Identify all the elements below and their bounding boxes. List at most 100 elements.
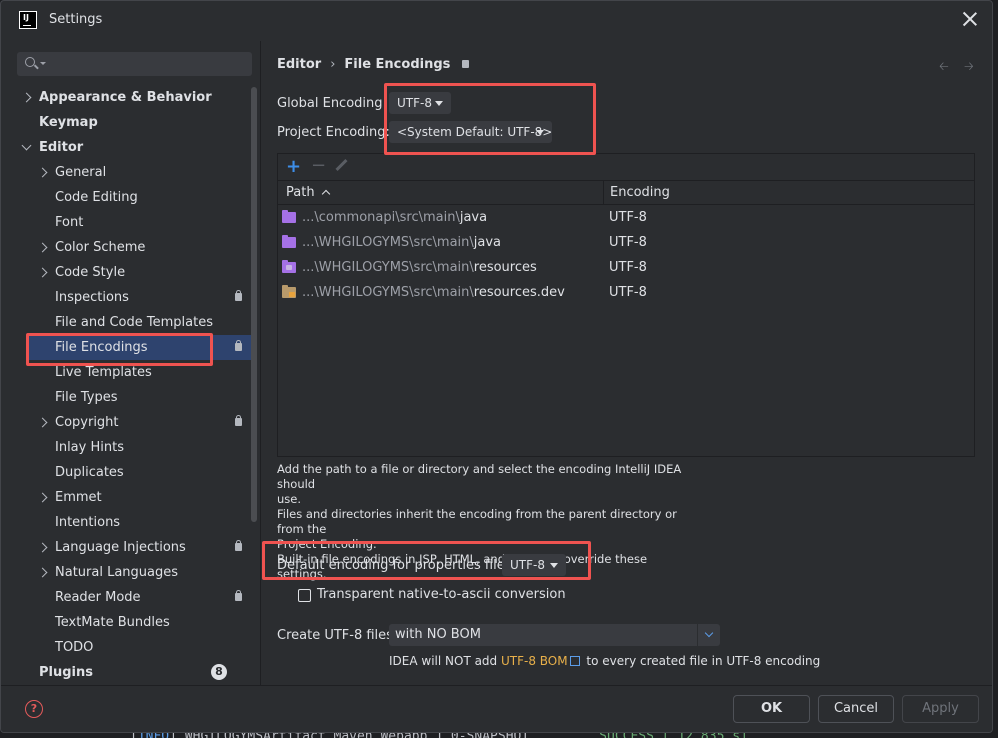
sidebar-item-appearance-behavior[interactable]: Appearance & Behavior [9, 85, 249, 110]
settings-sidebar: Appearance & Behavior Keymap Editor General… [9, 41, 261, 685]
external-link-icon[interactable] [569, 656, 580, 666]
settings-dialog: IJ Settings Appearance & Behavior Keymap E… [0, 0, 993, 733]
create-utf8-select[interactable]: with NO BOM [389, 624, 720, 646]
sidebar-item-label: File Types [55, 390, 118, 405]
close-icon[interactable] [962, 11, 978, 27]
chevron-right-icon[interactable] [37, 542, 48, 553]
lock-icon [235, 415, 242, 426]
sidebar-item-emmet[interactable]: Emmet [9, 485, 249, 510]
ok-button[interactable]: OK [733, 695, 810, 723]
path-encoding-table: + − Path Encoding ...\commonapi\src\main… [277, 153, 975, 457]
chevron-right-icon[interactable] [37, 167, 48, 178]
row-path: ...\WHGILOGYMS\src\main\java [302, 235, 502, 250]
sidebar-item-inlay-hints[interactable]: Inlay Hints [9, 435, 249, 460]
project-encoding-select[interactable]: <System Default: UTF-8> [389, 121, 552, 143]
folder-icon [282, 285, 296, 298]
sidebar-item-label: Appearance & Behavior [39, 90, 212, 105]
chevron-down-icon [704, 628, 714, 638]
remove-icon[interactable]: − [311, 155, 326, 176]
table-header: Path Encoding [278, 180, 974, 205]
sidebar-item-label: Natural Languages [55, 565, 179, 580]
table-row[interactable]: ...\WHGILOGYMS\src\main\java UTF-8 [278, 230, 974, 255]
chevron-right-icon[interactable] [37, 242, 48, 253]
cancel-button[interactable]: Cancel [818, 695, 894, 723]
sidebar-item-copyright[interactable]: Copyright [9, 410, 249, 435]
table-row[interactable]: ...\WHGILOGYMS\src\main\resources UTF-8 [278, 255, 974, 280]
sidebar-item-label: Editor [39, 140, 84, 155]
dialog-footer: ? OK Cancel Apply [1, 685, 992, 732]
column-header-path[interactable]: Path [286, 185, 330, 200]
sidebar-item-natural-languages[interactable]: Natural Languages [9, 560, 249, 585]
dropdown-arrow-icon [550, 563, 558, 568]
properties-encoding-select[interactable]: UTF-8 [502, 554, 566, 576]
chevron-right-icon[interactable] [37, 417, 48, 428]
lock-icon [235, 340, 242, 351]
row-path: ...\WHGILOGYMS\src\main\resources [302, 260, 537, 275]
global-encoding-select[interactable]: UTF-8 [389, 92, 451, 114]
chevron-right-icon[interactable] [37, 267, 48, 278]
sidebar-item-label: Emmet [55, 490, 102, 505]
chevron-down-icon[interactable] [21, 140, 32, 151]
sidebar-item-reader-mode[interactable]: Reader Mode [9, 585, 249, 610]
intellij-logo-icon: IJ [19, 11, 37, 29]
sidebar-item-general[interactable]: General [9, 160, 249, 185]
sidebar-item-textmate-bundles[interactable]: TextMate Bundles [9, 610, 249, 635]
row-encoding[interactable]: UTF-8 [609, 255, 647, 280]
sidebar-item-label: Code Editing [55, 190, 138, 205]
sidebar-item-font[interactable]: Font [9, 210, 249, 235]
help-text-line: Add the path to a file or directory and … [277, 462, 682, 491]
dropdown-arrow-icon [435, 101, 443, 106]
sidebar-item-code-style[interactable]: Code Style [9, 260, 249, 285]
sidebar-item-language-injections[interactable]: Language Injections [9, 535, 249, 560]
lock-icon [462, 60, 470, 68]
apply-button[interactable]: Apply [902, 695, 979, 723]
table-row[interactable]: ...\WHGILOGYMS\src\main\resources.dev UTF… [278, 280, 974, 305]
sidebar-item-file-types[interactable]: File Types [9, 385, 249, 410]
chevron-right-icon[interactable] [21, 92, 32, 103]
sidebar-item-todo[interactable]: TODO [9, 635, 249, 660]
row-encoding[interactable]: UTF-8 [609, 205, 647, 230]
sidebar-item-duplicates[interactable]: Duplicates [9, 460, 249, 485]
row-encoding[interactable]: UTF-8 [609, 230, 647, 255]
source-folder-icon [282, 235, 296, 248]
sidebar-item-label: General [55, 165, 107, 180]
column-divider[interactable] [603, 181, 604, 205]
utf8-bom-link[interactable]: UTF-8 BOM [501, 654, 568, 668]
properties-encoding-label: Default encoding for properties files: [277, 558, 516, 573]
sidebar-item-label: Color Scheme [55, 240, 146, 255]
sidebar-item-label: Inspections [55, 290, 129, 305]
lock-icon [235, 540, 242, 551]
forward-arrow-icon[interactable]: 🡢 [964, 60, 976, 72]
sidebar-item-keymap[interactable]: Keymap [9, 110, 249, 135]
sidebar-item-label: Reader Mode [55, 590, 141, 605]
sidebar-item-label: Intentions [55, 515, 121, 530]
search-input[interactable] [17, 52, 252, 76]
sidebar-item-label: Language Injections [55, 540, 186, 555]
chevron-right-icon[interactable] [37, 492, 48, 503]
sidebar-item-label: Font [55, 215, 84, 230]
sidebar-item-code-editing[interactable]: Code Editing [9, 185, 249, 210]
sidebar-item-live-templates[interactable]: Live Templates [9, 360, 249, 385]
native-to-ascii-label[interactable]: Transparent native-to-ascii conversion [317, 587, 566, 602]
sidebar-item-color-scheme[interactable]: Color Scheme [9, 235, 249, 260]
sidebar-item-label: Inlay Hints [55, 440, 124, 455]
help-icon[interactable]: ? [25, 700, 43, 718]
sidebar-item-inspections[interactable]: Inspections [9, 285, 249, 310]
back-arrow-icon[interactable]: 🡠 [939, 60, 951, 72]
native-to-ascii-checkbox[interactable] [298, 589, 311, 602]
breadcrumb-file-encodings: File Encodings [344, 57, 451, 72]
table-row[interactable]: ...\commonapi\src\main\java UTF-8 [278, 205, 974, 230]
add-icon[interactable]: + [286, 156, 301, 177]
sidebar-item-editor[interactable]: Editor [9, 135, 249, 160]
sidebar-scrollbar[interactable] [251, 87, 257, 522]
sidebar-item-file-encodings[interactable]: File Encodings [9, 335, 252, 360]
breadcrumb-editor[interactable]: Editor [277, 57, 321, 72]
edit-icon[interactable] [336, 158, 348, 172]
column-header-encoding[interactable]: Encoding [610, 185, 670, 200]
row-encoding[interactable]: UTF-8 [609, 280, 647, 305]
sidebar-item-plugins[interactable]: Plugins 8 [9, 660, 249, 685]
chevron-right-icon[interactable] [37, 567, 48, 578]
search-dropdown-icon[interactable] [40, 62, 46, 65]
sidebar-item-intentions[interactable]: Intentions [9, 510, 249, 535]
sidebar-item-file-and-code-templates[interactable]: File and Code Templates [9, 310, 249, 335]
